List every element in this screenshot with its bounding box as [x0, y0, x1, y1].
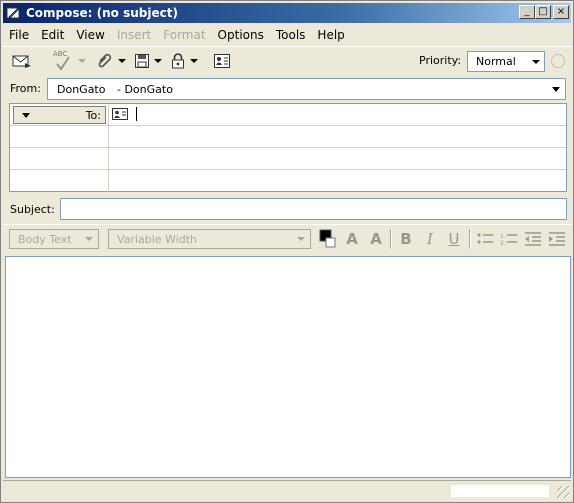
indent-button[interactable]	[546, 228, 568, 250]
address-type-select[interactable]: To:	[13, 106, 106, 124]
compose-window: Compose: (no subject) _ □ × File Edit Vi…	[0, 0, 574, 503]
save-icon	[135, 53, 149, 68]
menu-help[interactable]: Help	[311, 28, 350, 42]
menu-insert[interactable]: Insert	[111, 28, 157, 42]
security-dropdown[interactable]	[189, 50, 199, 72]
svg-text:2.: 2.	[500, 240, 506, 246]
chevron-down-icon	[22, 112, 30, 118]
paragraph-style-value: Body Text	[18, 232, 72, 246]
text-caret	[136, 107, 137, 121]
menu-file[interactable]: File	[3, 28, 35, 42]
toolbar-separator	[469, 229, 471, 249]
bold-icon: B	[400, 230, 412, 248]
spell-check-abc: ABC	[53, 49, 68, 58]
attach-dropdown[interactable]	[117, 50, 127, 72]
address-type-cell	[10, 170, 109, 192]
italic-icon: I	[427, 230, 433, 248]
address-card-icon	[112, 108, 128, 120]
addressing-row-empty[interactable]	[10, 170, 566, 192]
attach-icon	[98, 53, 112, 67]
font-smaller-icon: A	[370, 230, 382, 248]
paragraph-style-select[interactable]: Body Text	[9, 229, 99, 249]
format-toolbar: Body Text Variable Width A A B I U 1. 2.	[3, 224, 571, 252]
window-title: Compose: (no subject)	[26, 6, 178, 20]
underline-button[interactable]: U	[443, 228, 465, 250]
priority-value: Normal	[476, 55, 516, 68]
subject-input[interactable]	[60, 198, 567, 220]
send-button[interactable]	[7, 50, 37, 72]
bullet-list-button[interactable]	[474, 228, 496, 250]
from-select[interactable]: DonGato - DonGato	[47, 78, 566, 100]
font-larger-button[interactable]: A	[341, 228, 363, 250]
compose-app-icon	[6, 5, 22, 21]
menu-options[interactable]: Options	[212, 28, 270, 42]
spell-check-button[interactable]: ABC	[49, 50, 77, 72]
address-book-button[interactable]	[209, 50, 235, 72]
spell-check-dropdown[interactable]	[77, 50, 87, 72]
underline-icon: U	[448, 230, 460, 248]
menu-bar: File Edit View Insert Format Options Too…	[3, 25, 571, 45]
font-family-value: Variable Width	[117, 232, 197, 246]
maximize-button[interactable]: □	[535, 5, 551, 19]
chevron-down-icon	[552, 87, 560, 92]
bold-button[interactable]: B	[395, 228, 417, 250]
chevron-down-icon	[297, 237, 305, 241]
from-name: DonGato	[57, 82, 106, 96]
addressing-row: To:	[10, 104, 566, 126]
italic-button[interactable]: I	[419, 228, 441, 250]
priority-label: Priority:	[419, 54, 462, 67]
menu-edit[interactable]: Edit	[35, 28, 70, 42]
close-button[interactable]: ×	[553, 5, 569, 19]
toolbar-separator	[390, 229, 392, 249]
numbered-list-icon: 1. 2.	[500, 233, 517, 246]
minimize-icon: _	[524, 6, 530, 17]
font-larger-icon: A	[346, 230, 358, 248]
subject-label: Subject:	[10, 203, 55, 216]
message-body-editor[interactable]	[5, 256, 571, 478]
indent-icon	[549, 232, 565, 246]
close-icon: ×	[556, 6, 566, 17]
menu-tools[interactable]: Tools	[270, 28, 312, 42]
security-button[interactable]	[167, 50, 189, 72]
outdent-button[interactable]	[522, 228, 544, 250]
recipient-input[interactable]	[112, 107, 137, 121]
address-type-cell	[10, 148, 109, 170]
address-type-cell: To:	[10, 104, 109, 126]
title-bar[interactable]: Compose: (no subject) _ □ ×	[3, 3, 571, 23]
numbered-list-button[interactable]: 1. 2.	[498, 228, 520, 250]
chevron-down-icon	[85, 237, 93, 241]
security-lock-icon	[172, 52, 184, 68]
svg-text:1.: 1.	[500, 233, 506, 240]
font-family-select[interactable]: Variable Width	[108, 229, 311, 249]
attach-button[interactable]	[93, 50, 117, 72]
save-dropdown[interactable]	[153, 50, 163, 72]
status-bar	[3, 480, 571, 500]
menu-view[interactable]: View	[70, 28, 110, 42]
maximize-icon: □	[538, 6, 548, 17]
address-type-cell	[10, 126, 109, 148]
addressing-row-empty[interactable]	[10, 126, 566, 148]
send-icon	[12, 55, 31, 68]
outdent-icon	[525, 232, 541, 246]
bullet-list-icon	[477, 233, 493, 244]
addressing-widget: To:	[9, 103, 567, 192]
status-progress-panel	[451, 485, 549, 497]
menu-format[interactable]: Format	[157, 28, 211, 42]
chevron-down-icon	[532, 60, 540, 64]
save-button[interactable]	[131, 50, 153, 72]
text-color-swatch-icon	[319, 229, 336, 248]
text-color-button[interactable]	[315, 228, 339, 250]
activity-throbber-icon	[551, 54, 565, 68]
from-account: - DonGato	[117, 82, 173, 96]
resize-grip-icon[interactable]	[557, 486, 569, 498]
priority-select[interactable]: Normal	[467, 51, 545, 72]
minimize-button[interactable]: _	[519, 5, 535, 19]
main-toolbar: ABC Priority: Normal	[3, 46, 571, 74]
address-type-label: To:	[85, 109, 101, 122]
font-smaller-button[interactable]: A	[365, 228, 387, 250]
from-label: From:	[10, 82, 41, 95]
addressing-row-empty[interactable]	[10, 148, 566, 170]
address-book-icon	[214, 53, 230, 68]
